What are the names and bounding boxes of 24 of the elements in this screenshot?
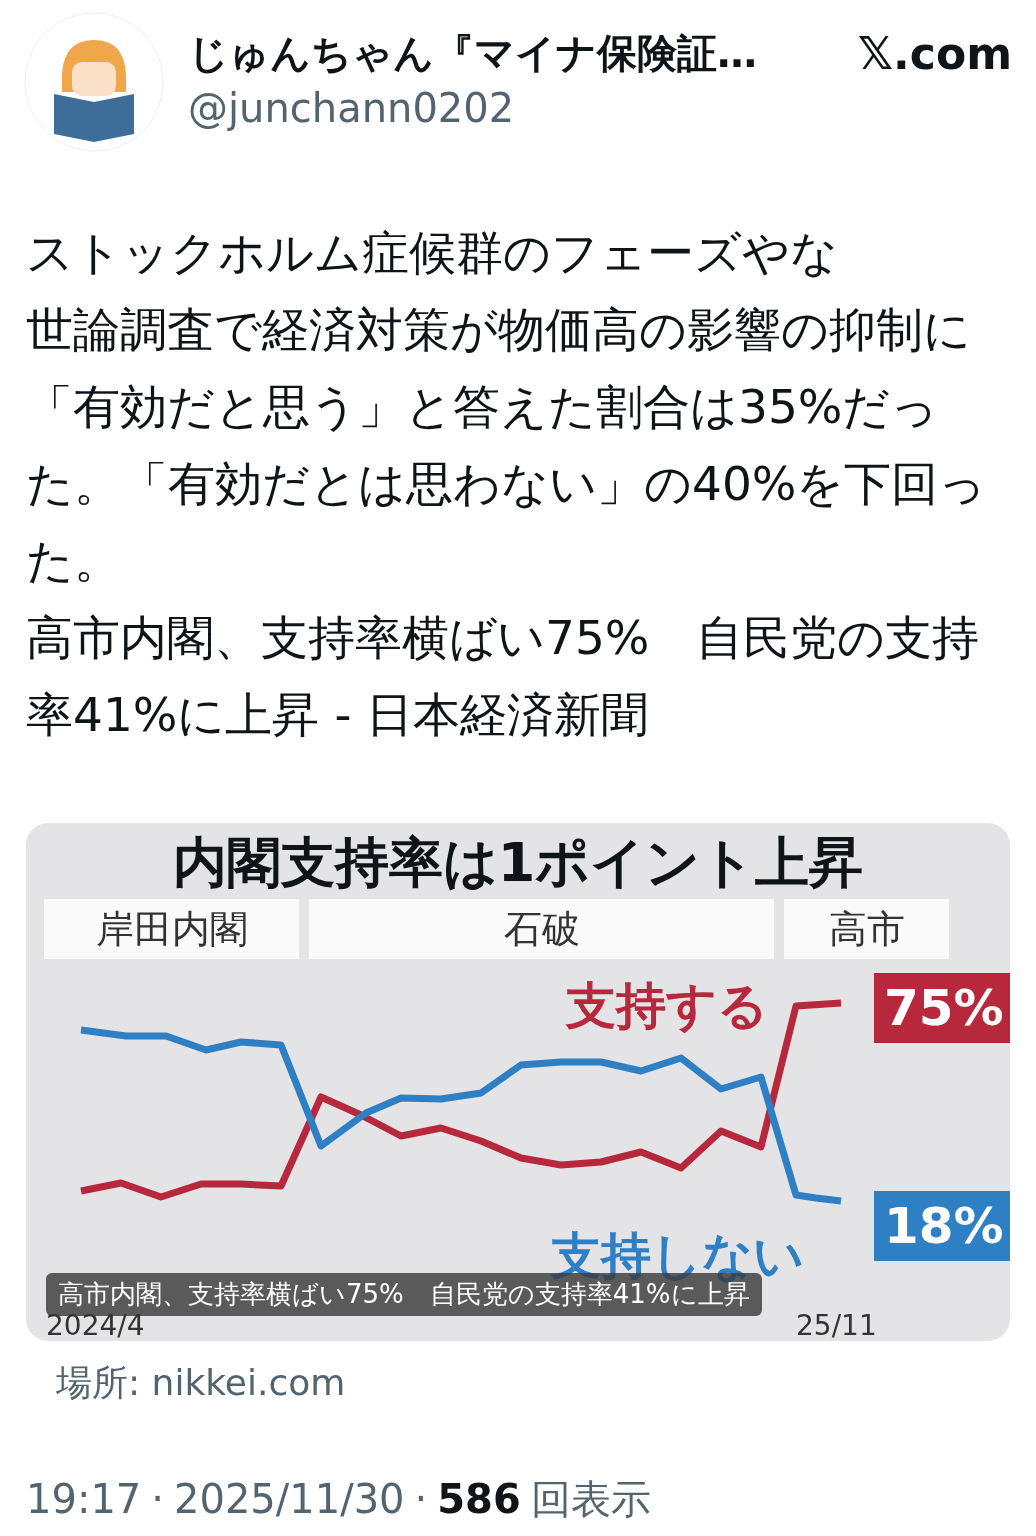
era-label: 岸田内閣 [44, 899, 299, 959]
value-label: 18% [874, 1191, 1010, 1261]
post-time: 19:17 [26, 1476, 142, 1522]
link-card[interactable]: 内閣支持率は1ポイント上昇 岸田内閣 石破 高市 支持する 75% 支持しない 18% 高市内閣、支持率横ばい75% 自民党の支持率41%に上昇 2024/4 25/11 [26, 823, 1010, 1341]
era-label: 高市 [784, 899, 949, 959]
view-count: 586 [437, 1476, 521, 1522]
axis-label: 25/11 [796, 1309, 877, 1341]
series-label: 支持する [566, 976, 768, 1037]
era-label: 石破 [309, 899, 774, 959]
avatar[interactable] [24, 12, 164, 152]
author-name[interactable]: じゅんちゃん『マイナ保険証… [188, 26, 757, 81]
separator-dot: · [151, 1476, 164, 1522]
separator-dot: · [414, 1476, 428, 1522]
post-date: 2025/11/30 [174, 1476, 405, 1522]
source-link[interactable]: 場所: nikkei.com [56, 1359, 1036, 1408]
post-text: 高市内閣、支持率横ばい75% 自民党の支持率41%に上昇 - 日本経済新聞 [26, 609, 981, 744]
chart-title: 内閣支持率は1ポイント上昇 [171, 830, 865, 893]
post-text: ストックホルム症候群のフェーズやな [26, 224, 839, 282]
author-handle[interactable]: @junchann0202 [188, 85, 1012, 131]
value-label: 75% [874, 973, 1010, 1043]
site-label: 𝕏.com [857, 28, 1012, 79]
image-caption: 高市内閣、支持率横ばい75% 自民党の支持率41%に上昇 [46, 1273, 762, 1316]
views-label: 回表示 [530, 1475, 651, 1524]
post-text: 世論調査で経済対策が物価高の影響の抑制に「有効だと思う」と答えた割合は35%だった。「有効だとは思わない」の40%を下回った。 [26, 301, 988, 590]
